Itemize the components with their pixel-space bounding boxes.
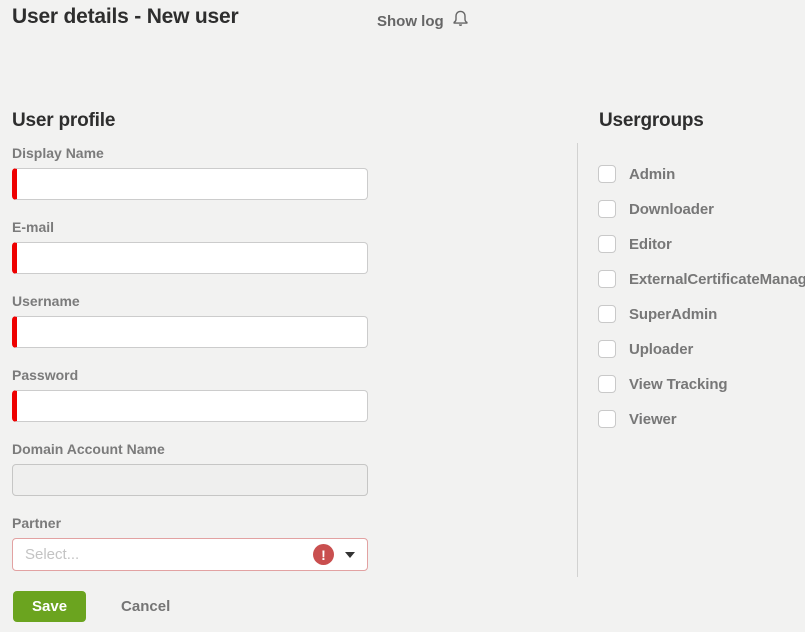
usergroup-label: Uploader: [629, 341, 693, 358]
error-icon: !: [313, 544, 334, 565]
email-label: E-mail: [12, 219, 368, 236]
partner-label: Partner: [12, 515, 368, 532]
domain-account-input: [12, 464, 368, 496]
usergroup-checkbox-admin[interactable]: [598, 165, 616, 183]
show-log-button[interactable]: Show log: [377, 9, 470, 33]
usergroup-label: Admin: [629, 166, 675, 183]
display-name-label: Display Name: [12, 145, 368, 162]
usergroup-row-downloader: Downloader: [598, 198, 805, 220]
form-actions: Save Cancel: [13, 591, 170, 622]
username-field-group: Username: [12, 293, 368, 348]
username-input[interactable]: [12, 316, 368, 348]
partner-select-placeholder: Select...: [25, 546, 79, 563]
usergroup-checkbox-uploader[interactable]: [598, 340, 616, 358]
domain-account-field-group: Domain Account Name: [12, 441, 368, 496]
show-log-label: Show log: [377, 13, 444, 30]
password-input[interactable]: [12, 390, 368, 422]
usergroup-row-admin: Admin: [598, 163, 805, 185]
usergroup-checkbox-downloader[interactable]: [598, 200, 616, 218]
usergroup-label: Viewer: [629, 411, 677, 428]
page-title: User details - New user: [12, 5, 239, 29]
usergroup-checkbox-viewer[interactable]: [598, 410, 616, 428]
usergroup-checkbox-external-certificate-manager[interactable]: [598, 270, 616, 288]
usergroups-heading: Usergroups: [599, 110, 704, 132]
save-button[interactable]: Save: [13, 591, 86, 622]
usergroup-label: Editor: [629, 236, 672, 253]
usergroup-label: SuperAdmin: [629, 306, 717, 323]
bell-icon: [451, 9, 470, 33]
password-field-group: Password: [12, 367, 368, 422]
cancel-button[interactable]: Cancel: [121, 598, 170, 615]
password-label: Password: [12, 367, 368, 384]
chevron-down-icon: [345, 552, 355, 558]
display-name-input[interactable]: [12, 168, 368, 200]
username-label: Username: [12, 293, 368, 310]
usergroup-row-superadmin: SuperAdmin: [598, 303, 805, 325]
partner-field-group: Partner Select... !: [12, 515, 368, 571]
usergroup-label: ExternalCertificateManager: [629, 271, 805, 288]
domain-account-label: Domain Account Name: [12, 441, 368, 458]
usergroup-row-external-certificate-manager: ExternalCertificateManager: [598, 268, 805, 290]
user-details-page: User details - New user Show log User pr…: [0, 0, 805, 632]
user-profile-heading: User profile: [12, 110, 115, 132]
usergroup-label: Downloader: [629, 201, 714, 218]
usergroup-row-editor: Editor: [598, 233, 805, 255]
usergroup-row-viewer: Viewer: [598, 408, 805, 430]
column-divider: [577, 143, 578, 577]
usergroup-row-view-tracking: View Tracking: [598, 373, 805, 395]
usergroup-row-uploader: Uploader: [598, 338, 805, 360]
usergroup-label: View Tracking: [629, 376, 727, 393]
usergroup-list: Admin Downloader Editor ExternalCertific…: [598, 163, 805, 443]
usergroup-checkbox-editor[interactable]: [598, 235, 616, 253]
display-name-field-group: Display Name: [12, 145, 368, 200]
usergroup-checkbox-view-tracking[interactable]: [598, 375, 616, 393]
user-profile-form: Display Name E-mail Username Password Do…: [12, 145, 368, 590]
email-field[interactable]: [12, 242, 368, 274]
usergroup-checkbox-superadmin[interactable]: [598, 305, 616, 323]
partner-select[interactable]: Select... !: [12, 538, 368, 571]
email-field-group: E-mail: [12, 219, 368, 274]
